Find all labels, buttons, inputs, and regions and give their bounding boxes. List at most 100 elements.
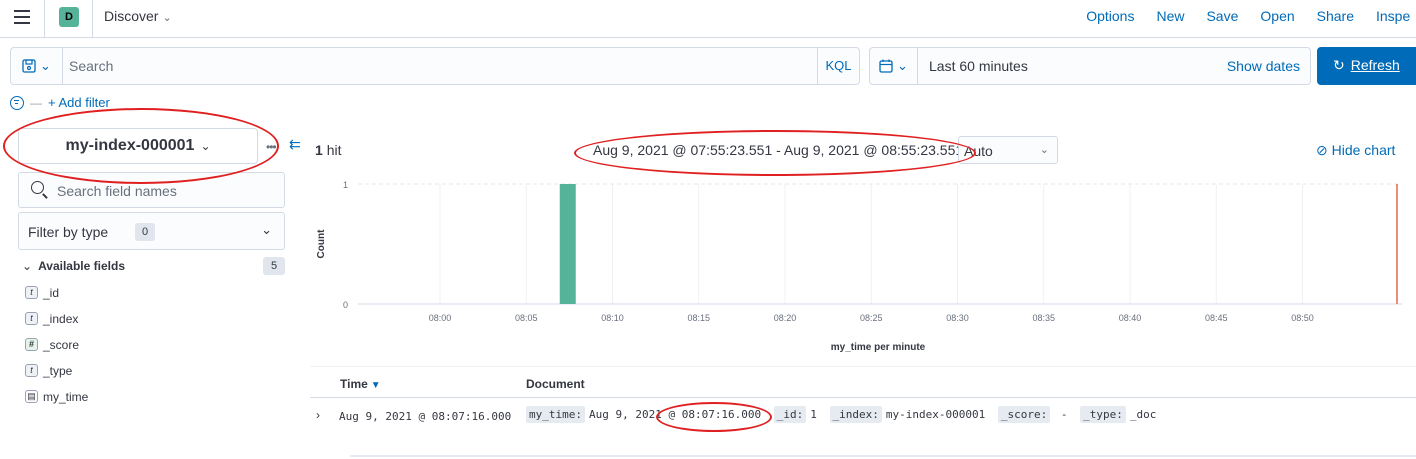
- field-item-my-time[interactable]: ▤ my_time: [25, 390, 88, 416]
- x-tick-label: 08:20: [774, 313, 797, 323]
- hide-chart-label: Hide chart: [1331, 142, 1396, 158]
- x-tick-label: 08:15: [687, 313, 710, 323]
- open-link[interactable]: Open: [1260, 8, 1294, 24]
- filter-options-icon[interactable]: [10, 95, 24, 110]
- refresh-icon: ↻: [1333, 57, 1345, 73]
- doc-field-key: _type:: [1080, 406, 1126, 423]
- options-link[interactable]: Options: [1086, 8, 1134, 24]
- available-fields-header[interactable]: ⌄ Available fields 5: [22, 257, 285, 275]
- field-search-placeholder: Search field names: [57, 183, 177, 199]
- doc-field-value: _doc: [1129, 408, 1157, 421]
- doc-field-value: my-index-000001: [885, 408, 986, 421]
- top-nav-bar: D Discover ⌄ Options New Save Open Share …: [0, 0, 1416, 38]
- menu-icon[interactable]: [14, 10, 30, 24]
- x-tick-label: 08:45: [1205, 313, 1228, 323]
- filter-row: — + Add filter: [10, 95, 110, 110]
- row-time: Aug 9, 2021 @ 08:07:16.000: [339, 410, 512, 423]
- string-type-icon: t: [25, 312, 38, 325]
- add-filter-link[interactable]: + Add filter: [48, 95, 110, 110]
- chevron-down-icon: ⌄: [40, 58, 51, 73]
- hide-chart-button[interactable]: ⊘ Hide chart: [1316, 142, 1395, 159]
- search-input[interactable]: Search: [69, 58, 113, 74]
- field-item-type[interactable]: t _type: [25, 364, 88, 390]
- doc-field-value: Aug 9, 2021 @ 08:07:16.000: [588, 408, 762, 421]
- field-item-id[interactable]: t _id: [25, 286, 88, 312]
- index-pattern-selector[interactable]: my-index-000001 ⌄: [18, 128, 258, 164]
- chevron-down-icon: ⌄: [200, 139, 211, 153]
- x-tick-label: 08:00: [429, 313, 452, 323]
- interval-value: Auto: [964, 143, 993, 159]
- filter-count-badge: 0: [135, 223, 155, 241]
- quick-menu-button[interactable]: ⌄: [870, 48, 918, 84]
- time-column-label: Time: [340, 377, 368, 391]
- app-title: Discover: [104, 8, 159, 24]
- chart-time-range: Aug 9, 2021 @ 07:55:23.551 - Aug 9, 2021…: [593, 142, 964, 158]
- string-type-icon: t: [25, 364, 38, 377]
- field-search-input[interactable]: Search field names: [18, 172, 285, 208]
- field-list: t _id t _index # _score t _type ▤ my_time: [25, 286, 88, 416]
- document-fields: my_time: Aug 9, 2021 @ 08:07:16.000 _id: 1…: [526, 406, 1162, 423]
- collapse-sidebar-icon[interactable]: ⇇: [289, 136, 301, 153]
- x-axis-label: my_time per minute: [831, 342, 926, 353]
- doc-field-key: _id:: [773, 406, 807, 423]
- refresh-button[interactable]: ↻ Refresh: [1317, 47, 1416, 85]
- field-name: _type: [43, 364, 73, 378]
- x-tick-label: 08:30: [946, 313, 969, 323]
- table-header: Time ▼ Document: [310, 366, 1416, 398]
- show-dates-link[interactable]: Show dates: [1227, 58, 1300, 74]
- x-tick-label: 08:05: [515, 313, 538, 323]
- y-tick-label: 0: [343, 300, 348, 310]
- hits-count: 1 hit: [315, 142, 341, 158]
- interval-select[interactable]: Auto ⌄: [958, 136, 1058, 164]
- table-row: › Aug 9, 2021 @ 08:07:16.000 my_time: Aug…: [310, 400, 1416, 434]
- field-name: my_time: [43, 390, 89, 404]
- histogram-bar: [559, 184, 576, 304]
- y-axis-label: Count: [316, 229, 327, 259]
- index-pattern-label: my-index-000001: [65, 137, 195, 154]
- save-link[interactable]: Save: [1206, 8, 1238, 24]
- field-name: _index: [43, 312, 79, 326]
- available-fields-label: Available fields: [38, 259, 125, 273]
- filter-by-type-button[interactable]: Filter by type 0 ⌄: [18, 212, 285, 250]
- sort-down-icon: ▼: [370, 380, 381, 391]
- breadcrumb[interactable]: Discover ⌄: [104, 8, 172, 24]
- date-picker: ⌄ Last 60 minutes Show dates: [869, 47, 1311, 85]
- divider: [350, 455, 1416, 457]
- chevron-down-icon: ⌄: [261, 222, 272, 237]
- filter-by-type-label: Filter by type: [28, 224, 109, 240]
- search-icon: [31, 181, 44, 194]
- hits-label: hit: [326, 142, 342, 158]
- doc-field-key: my_time:: [526, 406, 585, 423]
- expand-row-icon[interactable]: ›: [316, 408, 320, 422]
- new-link[interactable]: New: [1156, 8, 1184, 24]
- chevron-down-icon: ⌄: [162, 12, 172, 24]
- x-tick-label: 08:25: [860, 313, 883, 323]
- number-type-icon: #: [25, 338, 38, 351]
- space-avatar[interactable]: D: [59, 7, 79, 27]
- chevron-down-icon: ⌄: [897, 58, 908, 73]
- chevron-down-icon: ⌄: [1039, 144, 1049, 156]
- hits-number: 1: [315, 142, 323, 158]
- chevron-down-icon: ⌄: [22, 259, 33, 273]
- doc-field-key: _index:: [829, 406, 882, 423]
- kql-button[interactable]: KQL: [817, 48, 859, 84]
- more-options-icon[interactable]: •••: [266, 140, 277, 154]
- divider: —: [30, 95, 42, 110]
- doc-field-key: _score:: [997, 406, 1051, 423]
- query-bar: ⌄ Search KQL: [10, 47, 860, 85]
- share-link[interactable]: Share: [1317, 8, 1354, 24]
- saved-query-button[interactable]: ⌄: [11, 48, 63, 84]
- calendar-icon: [879, 59, 893, 73]
- field-name: _score: [43, 338, 80, 352]
- field-item-index[interactable]: t _index: [25, 312, 88, 338]
- top-menu: Options New Save Open Share Inspe: [1086, 8, 1416, 24]
- time-range-text[interactable]: Last 60 minutes: [929, 58, 1028, 74]
- y-tick-label: 1: [343, 180, 348, 190]
- x-tick-label: 08:35: [1032, 313, 1055, 323]
- save-icon: [22, 59, 36, 73]
- field-item-score[interactable]: # _score: [25, 338, 88, 364]
- available-fields-count: 5: [263, 257, 285, 275]
- divider: [92, 0, 93, 38]
- inspect-link[interactable]: Inspe: [1376, 8, 1416, 24]
- time-column-header[interactable]: Time ▼: [340, 377, 381, 391]
